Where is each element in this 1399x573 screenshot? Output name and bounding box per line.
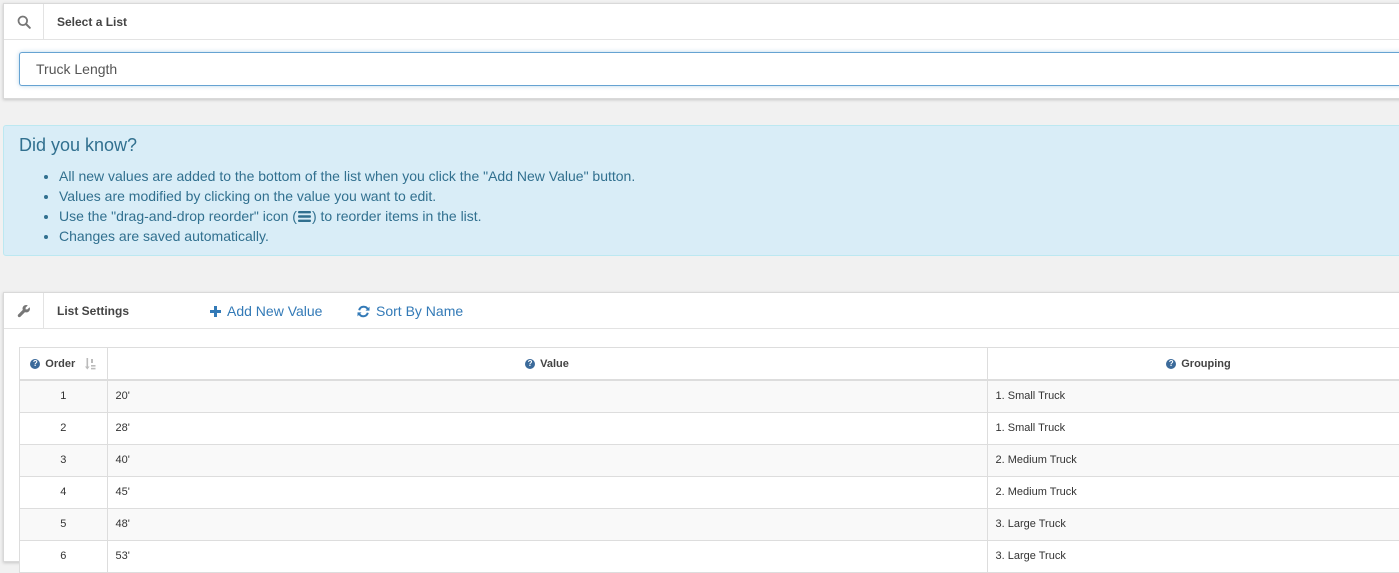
select-list-header: Select a List (4, 3, 1399, 40)
value-cell[interactable]: 48' (107, 508, 988, 541)
order-header-label: Order (45, 358, 76, 370)
order-cell[interactable]: 6 (20, 540, 108, 573)
table-header-row: ? Order ? Value ? Grouping (20, 348, 1399, 381)
value-column-header[interactable]: ? Value (107, 348, 988, 381)
table-row[interactable]: 5 48' 3. Large Truck (20, 508, 1399, 541)
question-circle-icon[interactable]: ? (30, 359, 41, 369)
tips-list: All new values are added to the bottom o… (19, 166, 1399, 246)
order-cell[interactable]: 1 (20, 380, 108, 413)
select-list-panel: Select a List (3, 3, 1399, 99)
sort-by-name-button[interactable]: Sort By Name (357, 293, 463, 329)
tip-text-before: Use the "drag-and-drop reorder" icon ( (59, 208, 297, 224)
grouping-cell[interactable]: 2. Medium Truck (987, 476, 1399, 509)
grouping-cell[interactable]: 3. Large Truck (987, 508, 1399, 541)
sort-icon[interactable] (85, 358, 96, 370)
add-new-value-label: Add New Value (227, 303, 323, 319)
value-cell[interactable]: 40' (107, 444, 988, 477)
tip-item: Values are modified by clicking on the v… (59, 186, 1399, 206)
table-row[interactable]: 3 40' 2. Medium Truck (20, 444, 1399, 477)
question-circle-icon[interactable]: ? (1166, 359, 1177, 369)
list-settings-title: List Settings (57, 303, 130, 318)
question-circle-icon[interactable]: ? (525, 359, 536, 369)
tip-item: Changes are saved automatically. (59, 226, 1399, 246)
value-header-label: Value (540, 358, 569, 370)
table-row[interactable]: 4 45' 2. Medium Truck (20, 476, 1399, 509)
grouping-cell[interactable]: 1. Small Truck (987, 380, 1399, 413)
tip-text: All new values are added to the bottom o… (59, 168, 636, 184)
value-cell[interactable]: 53' (107, 540, 988, 573)
order-cell[interactable]: 4 (20, 476, 108, 509)
grouping-column-header[interactable]: ? Grouping (987, 348, 1399, 381)
sort-by-name-label: Sort By Name (376, 303, 464, 319)
tips-alert: Did you know? All new values are added t… (3, 125, 1399, 256)
value-cell[interactable]: 20' (107, 380, 988, 413)
refresh-icon (357, 305, 370, 318)
list-values-table-wrapper: ? Order ? Value ? Grouping 1 20' 1. Smal… (19, 347, 1399, 573)
select-list-title: Select a List (57, 14, 128, 29)
wrench-icon (4, 292, 44, 329)
grouping-cell[interactable]: 3. Large Truck (987, 540, 1399, 573)
order-cell[interactable]: 5 (20, 508, 108, 541)
table-row[interactable]: 1 20' 1. Small Truck (20, 380, 1399, 413)
tip-text-after: ) to reorder items in the list. (311, 208, 482, 224)
order-cell[interactable]: 2 (20, 412, 108, 445)
plus-icon (210, 305, 221, 317)
search-icon (4, 3, 44, 40)
bars-icon (297, 207, 311, 222)
tip-item: All new values are added to the bottom o… (59, 166, 1399, 186)
add-new-value-button[interactable]: Add New Value (210, 293, 322, 329)
value-cell[interactable]: 45' (107, 476, 988, 509)
tip-item: Use the "drag-and-drop reorder" icon ( ) … (59, 206, 1399, 226)
grouping-cell[interactable]: 2. Medium Truck (987, 444, 1399, 477)
tips-heading: Did you know? (19, 135, 138, 155)
tip-text: Changes are saved automatically. (59, 228, 269, 244)
tip-text: Values are modified by clicking on the v… (59, 188, 437, 204)
list-select-input[interactable] (19, 52, 1399, 86)
value-cell[interactable]: 28' (107, 412, 988, 445)
table-row[interactable]: 2 28' 1. Small Truck (20, 412, 1399, 445)
table-row[interactable]: 6 53' 3. Large Truck (20, 540, 1399, 573)
order-cell[interactable]: 3 (20, 444, 108, 477)
list-values-table: ? Order ? Value ? Grouping 1 20' 1. Smal… (20, 348, 1399, 573)
grouping-header-label: Grouping (1181, 358, 1231, 370)
grouping-cell[interactable]: 1. Small Truck (987, 412, 1399, 445)
order-column-header[interactable]: ? Order (20, 348, 108, 381)
list-settings-panel: List Settings Add New Value Sort By Name (3, 292, 1399, 573)
